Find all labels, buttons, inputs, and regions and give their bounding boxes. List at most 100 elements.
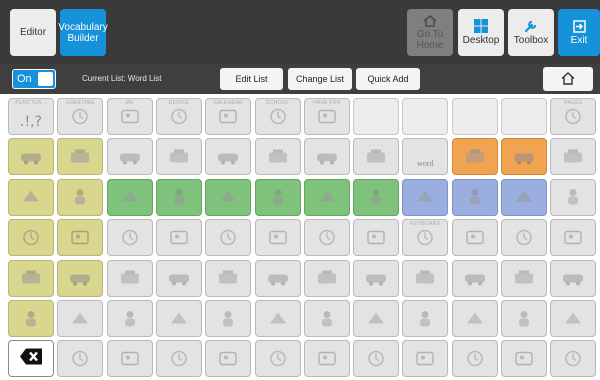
cell-pictogram-icon: [168, 229, 190, 250]
grid-cell-r2-c8[interactable]: [402, 178, 449, 216]
grid-cell-r6-c3[interactable]: [155, 340, 202, 378]
grid-cell-r3-c7[interactable]: [353, 219, 400, 257]
grid-cell-r5-c0[interactable]: [8, 300, 54, 337]
grid-cell-r4-c4[interactable]: [205, 259, 252, 297]
grid-cell-r1-c1[interactable]: [57, 138, 104, 176]
grid-cell-r6-c5[interactable]: [254, 340, 301, 378]
grid-cell-r2-c7[interactable]: [353, 178, 400, 216]
grid-cell-r5-c7[interactable]: [353, 300, 400, 337]
cell-pictogram-icon: [515, 309, 533, 332]
grid-cell-r3-c0[interactable]: [8, 219, 54, 257]
grid-cell-r0-c2[interactable]: ME: [106, 98, 153, 135]
grid-cell-r5-c3[interactable]: [155, 300, 202, 337]
grid-cell-r1-c2[interactable]: [106, 138, 153, 176]
grid-cell-r6-c4[interactable]: [205, 340, 252, 378]
change-list-button[interactable]: Change List: [288, 68, 352, 90]
toolbox-button[interactable]: Toolbox: [508, 9, 554, 56]
grid-cell-r5-c10[interactable]: [501, 300, 547, 337]
grid-cell-r1-c3[interactable]: [155, 138, 202, 176]
grid-cell-r0-c5[interactable]: SCHOOL: [254, 98, 301, 135]
grid-cell-r1-c4[interactable]: [205, 138, 252, 176]
grid-cell-r2-c5[interactable]: [254, 178, 301, 216]
grid-cell-r0-c10[interactable]: [501, 98, 547, 135]
grid-cell-r6-c1[interactable]: [57, 340, 104, 378]
grid-cell-r1-c8[interactable]: word: [402, 138, 449, 176]
grid-cell-r1-c7[interactable]: [353, 138, 400, 176]
grid-cell-r4-c8[interactable]: [402, 259, 449, 297]
desktop-button[interactable]: Desktop: [458, 9, 504, 56]
grid-cell-r2-c3[interactable]: [155, 178, 202, 216]
grid-cell-r3-c9[interactable]: [451, 219, 498, 257]
grid-cell-r5-c4[interactable]: [205, 300, 252, 337]
grid-cell-r1-c0[interactable]: [8, 138, 54, 176]
grid-cell-r5-c5[interactable]: [254, 300, 301, 337]
vocabulary-builder-button[interactable]: Vocabulary Builder: [58, 9, 108, 56]
grid-cell-r3-c3[interactable]: [155, 219, 202, 257]
grid-cell-r4-c3[interactable]: [155, 259, 202, 297]
cell-pictogram-icon: [268, 349, 288, 372]
grid-cell-r3-c10[interactable]: [501, 219, 547, 257]
grid-cell-r5-c9[interactable]: [451, 300, 498, 337]
grid-cell-r2-c0[interactable]: [8, 178, 54, 216]
grid-cell-r6-c9[interactable]: [451, 340, 498, 378]
grid-cell-r1-c9[interactable]: [451, 138, 498, 176]
grid-cell-r0-c3[interactable]: DEVICE: [155, 98, 202, 135]
grid-cell-r2-c11[interactable]: [550, 178, 597, 216]
grid-cell-r2-c4[interactable]: [205, 178, 252, 216]
grid-cell-r4-c9[interactable]: [451, 259, 498, 297]
grid-cell-r2-c10[interactable]: [501, 178, 547, 216]
grid-cell-r2-c9[interactable]: [451, 178, 498, 216]
grid-cell-r6-c7[interactable]: [353, 340, 400, 378]
grid-cell-r3-c6[interactable]: [303, 219, 350, 257]
grid-cell-r0-c7[interactable]: [353, 98, 400, 135]
grid-cell-r1-c6[interactable]: [303, 138, 350, 176]
grid-cell-r0-c4[interactable]: CALENDAR: [205, 98, 252, 135]
grid-cell-r1-c5[interactable]: [254, 138, 301, 176]
grid-cell-r0-c1[interactable]: GREETING: [57, 98, 104, 135]
grid-cell-r5-c6[interactable]: [303, 300, 350, 337]
grid-cell-r4-c11[interactable]: [550, 259, 597, 297]
edit-list-button[interactable]: Edit List: [220, 68, 283, 90]
grid-cell-r3-c5[interactable]: [254, 219, 301, 257]
grid-cell-r2-c1[interactable]: [57, 178, 104, 216]
grid-cell-r4-c10[interactable]: [501, 259, 547, 297]
grid-cell-r0-c9[interactable]: [451, 98, 498, 135]
grid-cell-r1-c10[interactable]: [501, 138, 547, 176]
grid-cell-r6-c2[interactable]: [106, 340, 153, 378]
exit-button[interactable]: Exit: [558, 9, 600, 56]
grid-cell-r6-c0[interactable]: [8, 340, 54, 378]
go-to-home-button[interactable]: Go To Home: [407, 9, 453, 56]
grid-cell-r0-c0[interactable]: PUNCTUA....!,?: [8, 98, 54, 135]
grid-cell-r1-c11[interactable]: [550, 138, 597, 176]
grid-cell-r0-c11[interactable]: PAGES: [550, 98, 597, 135]
grid-cell-r3-c4[interactable]: [205, 219, 252, 257]
grid-cell-r6-c11[interactable]: [550, 340, 597, 378]
grid-cell-r3-c1[interactable]: [57, 219, 104, 257]
quick-add-button[interactable]: Quick Add: [356, 68, 420, 90]
grid-cell-r4-c5[interactable]: [254, 259, 301, 297]
editor-button[interactable]: Editor: [10, 9, 56, 56]
grid-cell-r4-c2[interactable]: [106, 259, 153, 297]
grid-cell-r4-c6[interactable]: [303, 259, 350, 297]
grid-cell-r5-c11[interactable]: [550, 300, 597, 337]
grid-cell-r4-c7[interactable]: [353, 259, 400, 297]
grid-cell-r6-c8[interactable]: [402, 340, 449, 378]
grid-cell-r6-c6[interactable]: [303, 340, 350, 378]
grid-cell-r3-c8[interactable]: KEYBOARD: [402, 219, 449, 257]
grid-cell-r0-c6[interactable]: HAVE FUN: [303, 98, 350, 135]
cell-pictogram-icon: [218, 228, 238, 251]
grid-cell-r4-c0[interactable]: [8, 259, 54, 297]
grid-cell-r3-c11[interactable]: [550, 219, 597, 257]
grid-cell-r2-c6[interactable]: [303, 178, 350, 216]
home-button[interactable]: [543, 67, 593, 91]
grid-cell-r5-c8[interactable]: [402, 300, 449, 337]
grid-cell-r4-c1[interactable]: [57, 259, 104, 297]
grid-cell-r0-c8[interactable]: [402, 98, 449, 135]
grid-cell-r5-c2[interactable]: [106, 300, 153, 337]
on-toggle[interactable]: On: [12, 69, 56, 89]
grid-cell-r6-c10[interactable]: [501, 340, 547, 378]
grid-cell-r3-c2[interactable]: [106, 219, 153, 257]
toggle-knob: [38, 72, 53, 86]
grid-cell-r2-c2[interactable]: [106, 178, 153, 216]
grid-cell-r5-c1[interactable]: [57, 300, 104, 337]
